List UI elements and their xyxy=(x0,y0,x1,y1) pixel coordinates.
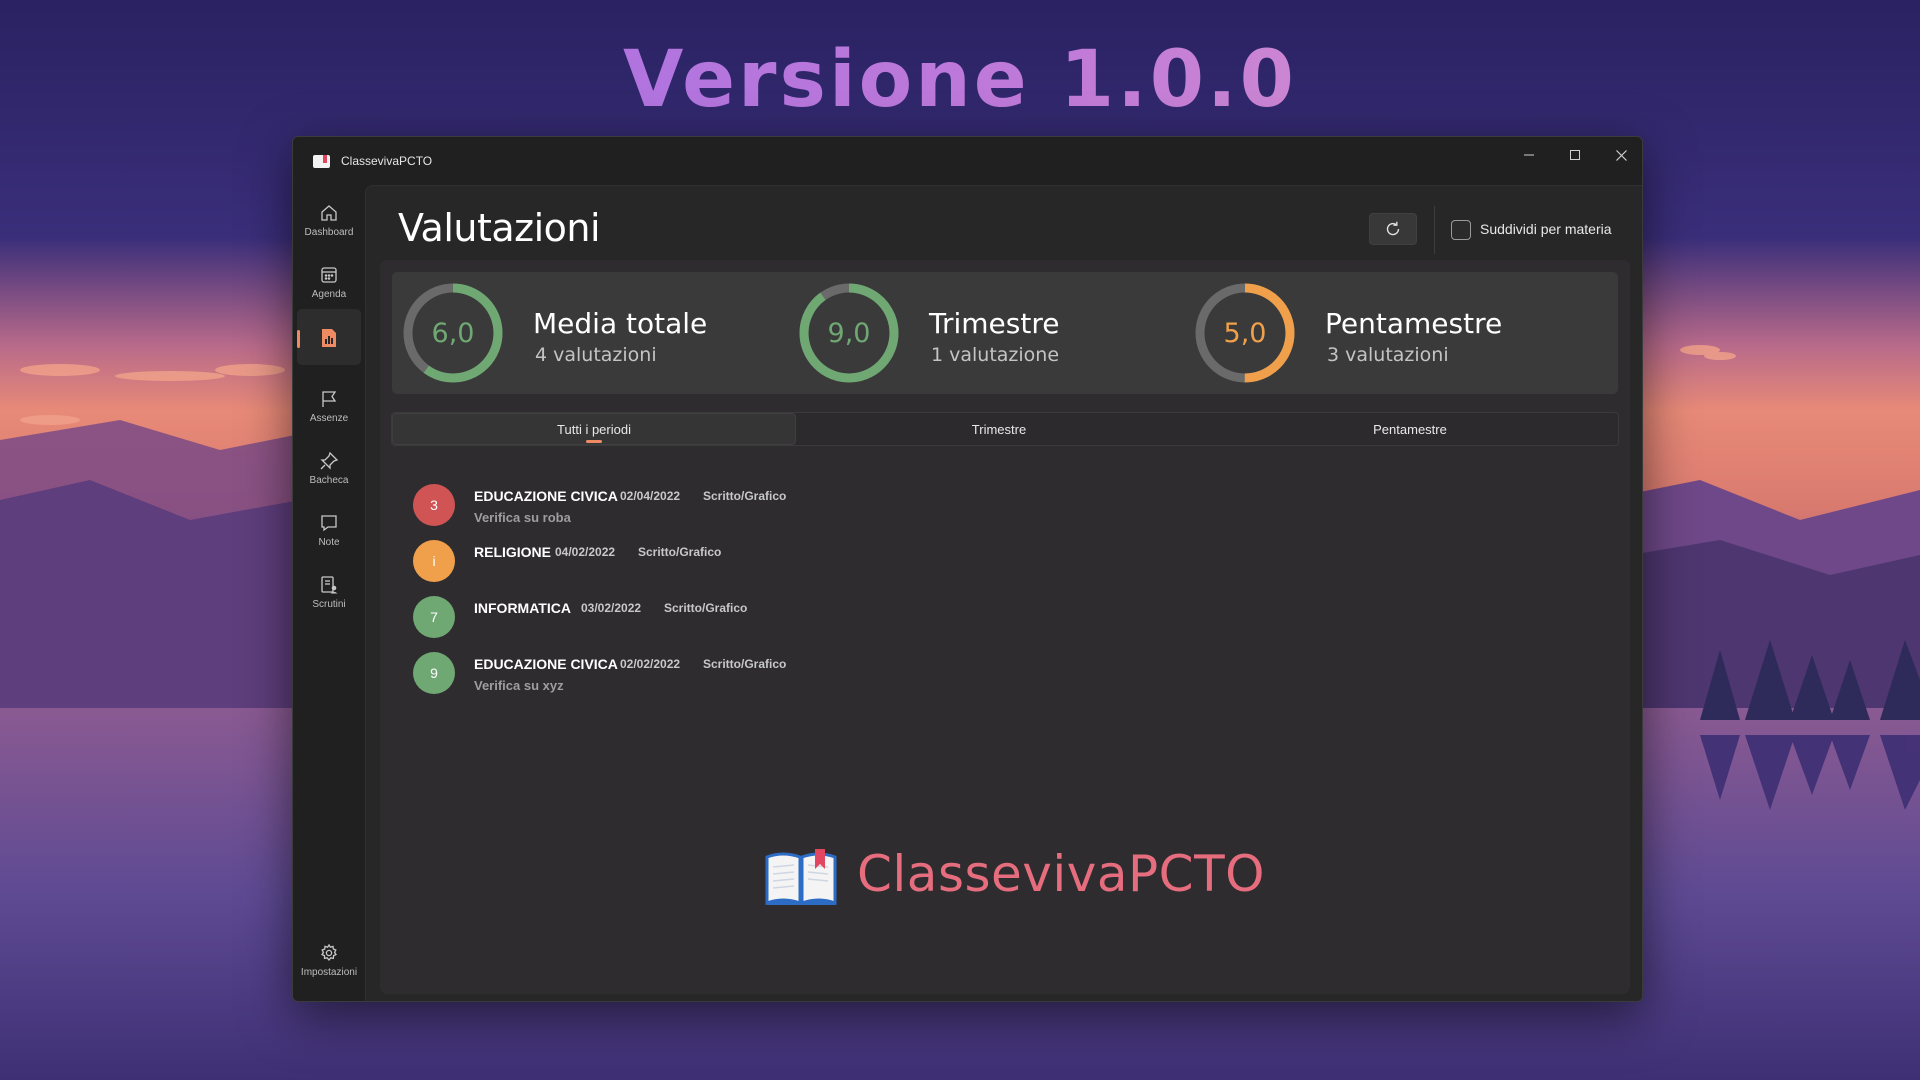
nav-scrutini[interactable]: Scrutini xyxy=(297,567,361,623)
stat-value: 5,0 xyxy=(1223,317,1267,349)
note-icon xyxy=(321,515,337,532)
nav-dashboard[interactable]: Dashboard xyxy=(297,195,361,251)
grade-description: Verifica su roba xyxy=(474,510,571,525)
grade-date: 04/02/2022 xyxy=(555,545,616,559)
nav-impostazioni-label: Impostazioni xyxy=(300,967,358,978)
stat-title: Media totale xyxy=(533,307,708,340)
stat-subtitle: 4 valutazioni xyxy=(535,344,657,366)
tab-pentamestre[interactable]: Pentamestre xyxy=(1202,413,1618,445)
grade-badge: 9 xyxy=(413,652,455,694)
nav-scrutini-label: Scrutini xyxy=(312,599,346,610)
grade-description: Verifica su xyz xyxy=(474,678,564,693)
toolbar-divider xyxy=(1434,206,1435,254)
tab-selected-indicator xyxy=(586,440,602,443)
grade-type: Scritto/Grafico xyxy=(703,489,787,503)
grade-subject: RELIGIONE xyxy=(474,544,552,560)
grade-subject: EDUCAZIONE CIVICA xyxy=(474,656,618,672)
stat-title: Pentamestre xyxy=(1325,307,1503,340)
stat-value: 6,0 xyxy=(431,317,475,349)
grade-badge: 7 xyxy=(413,596,455,638)
title-bar[interactable]: ClassevivaPCTO xyxy=(293,137,1642,185)
page-title: Valutazioni xyxy=(398,206,601,250)
nav-bacheca[interactable]: Bacheca xyxy=(297,443,361,499)
stat-media-totale: 6,0 Media totale 4 valutazioni xyxy=(392,272,792,394)
stat-pentamestre: 5,0 Pentamestre 3 valutazioni xyxy=(1184,272,1604,394)
window-title: ClassevivaPCTO xyxy=(341,154,433,168)
grade-type: Scritto/Grafico xyxy=(638,545,722,559)
nav-assenze[interactable]: Assenze xyxy=(297,381,361,437)
tab-label: Trimestre xyxy=(971,421,1027,437)
refresh-button[interactable] xyxy=(1369,213,1417,245)
nav-bacheca-label: Bacheca xyxy=(309,475,349,486)
maximize-icon xyxy=(1570,150,1580,160)
nav-dashboard-label: Dashboard xyxy=(304,227,354,238)
home-icon xyxy=(321,205,337,221)
stat-subtitle: 3 valutazioni xyxy=(1327,344,1449,366)
nav-assenze-label: Assenze xyxy=(309,413,349,424)
grade-type: Scritto/Grafico xyxy=(664,601,748,615)
close-button[interactable] xyxy=(1598,137,1642,173)
report-card-icon xyxy=(321,576,338,594)
stat-trimestre: 9,0 Trimestre 1 valutazione xyxy=(788,272,1188,394)
stat-value: 9,0 xyxy=(827,317,871,349)
gear-icon xyxy=(321,943,337,962)
grade-date: 03/02/2022 xyxy=(581,601,642,615)
nav-note-label: Note xyxy=(318,537,340,548)
grade-list-item[interactable]: 7 INFORMATICA 03/02/2022 Scritto/Grafico xyxy=(413,596,1013,646)
pin-icon xyxy=(320,451,339,470)
grade-subject: EDUCAZIONE CIVICA xyxy=(474,488,618,504)
tab-label: Tutti i periodi xyxy=(557,421,631,437)
grade-list-item[interactable]: i RELIGIONE 04/02/2022 Scritto/Grafico xyxy=(413,540,1013,590)
flag-icon xyxy=(322,391,337,407)
nav-valutazioni[interactable] xyxy=(297,309,361,365)
minimize-icon xyxy=(1524,154,1534,156)
period-tabs: Tutti i periodi Trimestre Pentamestre xyxy=(391,412,1619,446)
grade-list-item[interactable]: 3 EDUCAZIONE CIVICA 02/04/2022 Scritto/G… xyxy=(413,484,1013,534)
app-book-icon xyxy=(313,155,330,168)
nav-active-indicator xyxy=(297,330,300,348)
split-by-subject-checkbox[interactable] xyxy=(1451,220,1471,240)
grades-document-icon xyxy=(322,329,336,347)
grade-badge: i xyxy=(413,540,455,582)
stat-title: Trimestre xyxy=(929,307,1060,340)
stats-panel: 6,0 Media totale 4 valutazioni 9,0 Trime… xyxy=(392,272,1618,394)
nav-agenda-label: Agenda xyxy=(311,289,347,300)
grade-type: Scritto/Grafico xyxy=(703,657,787,671)
grade-badge: 3 xyxy=(413,484,455,526)
tab-label: Pentamestre xyxy=(1373,421,1447,437)
grade-date: 02/04/2022 xyxy=(620,489,681,503)
navigation-sidebar: Dashboard Agenda Assenze Bacheca Note Sc… xyxy=(293,185,365,1001)
tab-trimestre[interactable]: Trimestre xyxy=(796,413,1202,445)
grade-date: 02/02/2022 xyxy=(620,657,681,671)
nav-agenda[interactable]: Agenda xyxy=(297,257,361,313)
maximize-button[interactable] xyxy=(1552,137,1598,173)
split-by-subject-label[interactable]: Suddividi per materia xyxy=(1480,221,1612,237)
minimize-button[interactable] xyxy=(1506,137,1552,173)
calendar-icon xyxy=(321,267,337,283)
nav-note[interactable]: Note xyxy=(297,505,361,561)
nav-impostazioni[interactable]: Impostazioni xyxy=(297,935,361,991)
close-icon xyxy=(1615,149,1627,161)
refresh-icon xyxy=(1386,221,1400,236)
open-book-icon xyxy=(765,849,837,905)
stat-subtitle: 1 valutazione xyxy=(931,344,1060,366)
grade-subject: INFORMATICA xyxy=(474,600,571,616)
tab-tutti-i-periodi[interactable]: Tutti i periodi xyxy=(392,413,796,445)
version-headline: Versione 1.0.0 xyxy=(0,35,1920,125)
grade-list-item[interactable]: 9 EDUCAZIONE CIVICA 02/02/2022 Scritto/G… xyxy=(413,652,1013,702)
brand-name: ClassevivaPCTO xyxy=(857,845,1265,903)
